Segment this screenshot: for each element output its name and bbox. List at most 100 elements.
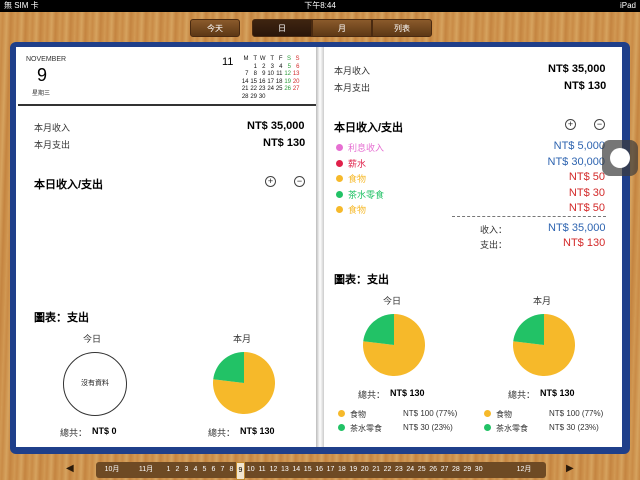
next-month-arrow[interactable]: ▶ (566, 463, 574, 474)
cal-day[interactable]: 28 (240, 94, 249, 102)
cal-day[interactable]: 9 (257, 71, 265, 79)
timeline-day[interactable]: 23 (393, 462, 404, 478)
timeline-month-oct[interactable]: 10月 (100, 462, 124, 478)
cal-day[interactable]: 22 (249, 86, 257, 94)
timeline-day[interactable]: 10 (245, 462, 256, 478)
entry-label[interactable]: 食物 (348, 172, 366, 185)
timeline-day[interactable]: 4 (191, 462, 200, 478)
tab-day[interactable]: 日 (252, 19, 312, 37)
cal-day[interactable]: 25 (274, 86, 283, 94)
cal-day[interactable]: 1 (249, 64, 257, 72)
cal-day[interactable]: 18 (274, 79, 283, 87)
cal-day[interactable]: 7 (240, 71, 248, 79)
timeline-day[interactable]: 25 (416, 462, 427, 478)
remove-entry-button-right[interactable]: − (594, 119, 605, 130)
timeline-day[interactable]: 8 (227, 462, 236, 478)
timeline-day[interactable]: 18 (336, 462, 347, 478)
cal-day (274, 94, 283, 102)
entry-label[interactable]: 食物 (348, 203, 366, 216)
entry-label[interactable]: 薪水 (348, 157, 366, 170)
timeline-day[interactable]: 28 (450, 462, 461, 478)
timeline-day[interactable]: 30 (473, 462, 484, 478)
timeline-day[interactable]: 6 (209, 462, 218, 478)
cal-day (266, 94, 275, 102)
entry-value[interactable]: NT$ 50 (569, 171, 605, 183)
timeline-day[interactable]: 9 (236, 462, 245, 480)
timeline-day[interactable]: 13 (279, 462, 290, 478)
cal-day[interactable]: 10 (266, 71, 274, 79)
cal-day[interactable]: 27 (291, 86, 300, 94)
timeline-day[interactable]: 21 (370, 462, 381, 478)
category-dot (336, 190, 343, 198)
timeline-day[interactable]: 20 (359, 462, 370, 478)
tab-month[interactable]: 月 (312, 19, 372, 37)
cal-day[interactable]: 3 (266, 64, 274, 72)
today-button[interactable]: 今天 (190, 19, 240, 37)
timeline-day[interactable]: 14 (291, 462, 302, 478)
cal-day[interactable]: 11 (274, 71, 282, 79)
cal-day[interactable]: 30 (257, 94, 266, 102)
timeline-day[interactable]: 22 (382, 462, 393, 478)
cal-day[interactable]: 16 (257, 79, 266, 87)
cal-day[interactable]: 26 (283, 86, 291, 94)
remove-entry-button[interactable]: − (294, 176, 305, 187)
cal-day[interactable]: 12 (283, 71, 291, 79)
add-entry-button[interactable]: + (265, 176, 276, 187)
cal-day[interactable]: 20 (291, 79, 300, 87)
timeline-month-nov[interactable]: 11月 (134, 462, 158, 478)
entry-value[interactable]: NT$ 5,000 (554, 140, 605, 152)
timeline-day[interactable]: 15 (302, 462, 313, 478)
timeline-day[interactable]: 16 (313, 462, 324, 478)
timeline-month-dec[interactable]: 12月 (512, 462, 536, 478)
cal-day[interactable]: 4 (274, 64, 282, 72)
timeline-day[interactable]: 27 (439, 462, 450, 478)
left-total-month-value: NT$ 130 (240, 426, 275, 436)
cal-day[interactable]: 17 (266, 79, 274, 87)
cal-day[interactable]: 13 (291, 71, 300, 79)
cal-day[interactable]: 6 (291, 64, 299, 72)
view-toolbar: 今天 日 月 列表 (190, 19, 432, 37)
timeline-day[interactable]: 3 (182, 462, 191, 478)
assistive-touch-button[interactable] (602, 140, 638, 176)
timeline-day[interactable]: 11 (256, 462, 267, 478)
entry-label[interactable]: 利息收入 (348, 141, 384, 154)
right-income-label: 本月收入 (334, 66, 371, 76)
timeline-day[interactable]: 1 (164, 462, 173, 478)
category-dot (336, 159, 343, 167)
entry-value[interactable]: NT$ 50 (569, 202, 605, 214)
tab-list[interactable]: 列表 (372, 19, 432, 37)
add-entry-button-right[interactable]: + (565, 119, 576, 130)
date-timeline[interactable]: 10月 11月 1 2 3 4 5 6 7 8 9 10 11 12 13 14 15 16 17 18 19 20 21 2… (96, 462, 546, 480)
cal-day (291, 94, 300, 102)
timeline-day[interactable]: 2 (173, 462, 182, 478)
timeline-day[interactable]: 26 (427, 462, 438, 478)
cal-day[interactable]: 2 (257, 64, 265, 72)
cal-day[interactable]: 19 (283, 79, 291, 87)
date-day: 9 (37, 65, 48, 85)
cal-day[interactable]: 29 (249, 94, 257, 102)
timeline-day[interactable]: 5 (200, 462, 209, 478)
timeline-day[interactable]: 24 (405, 462, 416, 478)
cal-day[interactable]: 5 (283, 64, 291, 72)
right-total-month-label: 總共： (508, 390, 536, 400)
prev-month-arrow[interactable]: ◀ (66, 463, 74, 474)
mini-calendar[interactable]: M T W T F S S 1 2 3 4 5 6 7 8 9 10 11 12 13 14 15 16 17 18 19 20 21… (240, 56, 300, 101)
entry-value[interactable]: NT$ 30,000 (548, 156, 605, 168)
right-today-label: 今日 (383, 296, 402, 306)
cal-day[interactable]: 21 (240, 86, 249, 94)
cal-day[interactable]: 15 (249, 79, 257, 87)
timeline-day[interactable]: 17 (325, 462, 336, 478)
entry-label[interactable]: 茶水零食 (348, 188, 384, 201)
timeline-day[interactable]: 12 (268, 462, 279, 478)
cal-weekday-header: T (253, 56, 257, 62)
left-expense-value: NT$ 130 (263, 137, 306, 149)
entry-value[interactable]: NT$ 30 (569, 187, 605, 199)
timeline-day[interactable]: 7 (218, 462, 227, 478)
cal-day[interactable]: 24 (266, 86, 274, 94)
no-data-circle: 沒有資料 (63, 352, 127, 416)
timeline-day[interactable]: 19 (348, 462, 359, 478)
cal-day[interactable]: 23 (257, 86, 266, 94)
cal-day[interactable]: 8 (249, 71, 257, 79)
cal-day[interactable]: 14 (240, 79, 249, 87)
timeline-day[interactable]: 29 (462, 462, 473, 478)
